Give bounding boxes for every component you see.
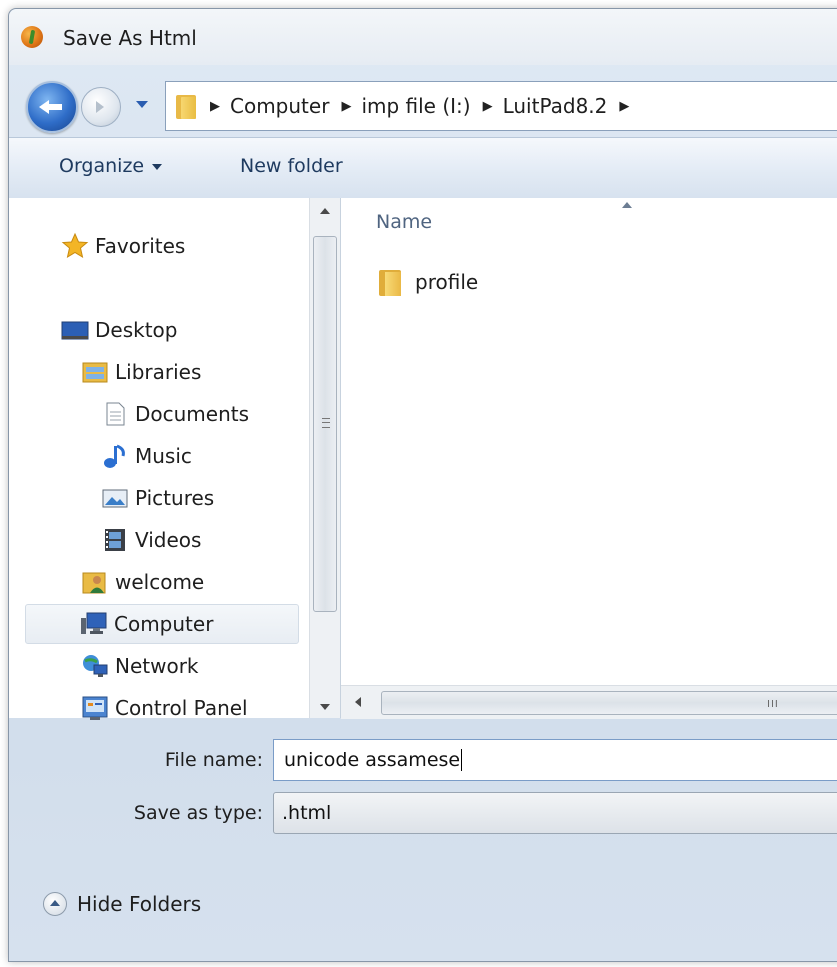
nav-item-welcome[interactable]: welcome — [81, 564, 204, 600]
nav-item-libraries[interactable]: Libraries — [81, 354, 201, 390]
recent-pages-chevron-icon[interactable] — [136, 101, 148, 108]
save-as-type-dropdown[interactable]: .html — [273, 792, 837, 834]
grip-icon — [322, 418, 330, 428]
breadcrumb-imp-file[interactable]: imp file (I:) — [361, 94, 470, 118]
file-item-label: profile — [415, 270, 479, 294]
nav-item-computer[interactable]: Computer — [25, 604, 299, 644]
user-folder-icon — [81, 568, 109, 596]
nav-item-documents[interactable]: Documents — [101, 396, 249, 432]
libraries-icon — [81, 358, 109, 386]
column-header-name[interactable]: Name — [376, 211, 432, 233]
breadcrumb-arrow-icon[interactable]: ▶ — [341, 99, 351, 114]
nav-item-label: Favorites — [95, 234, 186, 258]
command-bar: Organize New folder — [9, 137, 837, 199]
nav-item-videos[interactable]: Videos — [101, 522, 201, 558]
nav-item-network[interactable]: Network — [81, 648, 199, 684]
navigation-pane: Favorites Desktop Libraries Documents Mu — [9, 198, 309, 720]
text-caret — [461, 749, 463, 771]
nav-item-label: Control Panel — [115, 696, 248, 720]
nav-item-label: Network — [115, 654, 199, 678]
hide-folders-label: Hide Folders — [77, 892, 202, 916]
nav-item-label: welcome — [115, 570, 205, 594]
file-list-pane: Name profile — [341, 198, 837, 718]
breadcrumb-computer[interactable]: Computer — [230, 94, 329, 118]
sort-ascending-icon — [622, 202, 632, 208]
organize-button[interactable]: Organize — [59, 155, 163, 177]
breadcrumb-arrow-icon[interactable]: ▶ — [210, 99, 220, 114]
nav-item-favorites[interactable]: Favorites — [61, 228, 185, 264]
save-as-type-value: .html — [282, 802, 332, 824]
nav-item-label: Videos — [135, 528, 202, 552]
file-name-value: unicode assamese — [284, 749, 461, 771]
control-panel-icon — [81, 694, 109, 722]
file-name-label: File name: — [164, 749, 263, 771]
save-as-type-label: Save as type: — [133, 802, 263, 824]
breadcrumb-arrow-icon[interactable]: ▶ — [483, 99, 493, 114]
scroll-down-arrow-icon[interactable] — [320, 704, 330, 710]
address-row: ▶ Computer ▶ imp file (I:) ▶ LuitPad8.2 … — [9, 65, 837, 137]
computer-icon — [80, 610, 108, 638]
nav-item-desktop[interactable]: Desktop — [61, 312, 177, 348]
organize-label: Organize — [59, 155, 145, 177]
nav-item-label: Libraries — [115, 360, 202, 384]
breadcrumb-luitpad[interactable]: LuitPad8.2 — [503, 94, 608, 118]
nav-item-pictures[interactable]: Pictures — [101, 480, 214, 516]
scroll-left-arrow-icon[interactable] — [355, 697, 361, 707]
folder-icon — [379, 268, 403, 296]
scroll-up-arrow-icon[interactable] — [320, 208, 330, 214]
forward-button[interactable] — [81, 87, 121, 127]
hide-folders-button[interactable]: Hide Folders — [43, 892, 201, 916]
file-horizontal-scrollbar[interactable]: III — [341, 685, 837, 719]
new-folder-button[interactable]: New folder — [240, 155, 343, 177]
scroll-thumb[interactable] — [313, 236, 337, 612]
folder-icon — [176, 93, 198, 119]
chevron-down-icon — [152, 163, 163, 170]
nav-item-label: Pictures — [135, 486, 215, 510]
app-icon — [21, 26, 43, 48]
desktop-icon — [61, 316, 89, 344]
grip-icon: III — [767, 699, 779, 710]
nav-vertical-scrollbar[interactable] — [309, 198, 340, 718]
nav-item-control-panel[interactable]: Control Panel — [81, 690, 248, 726]
nav-item-music[interactable]: Music — [101, 438, 192, 474]
breadcrumb-arrow-icon[interactable]: ▶ — [619, 99, 629, 114]
file-item-profile[interactable]: profile — [379, 268, 478, 296]
pictures-icon — [101, 484, 129, 512]
scroll-thumb[interactable]: III — [381, 691, 837, 715]
chevron-up-icon — [43, 892, 67, 916]
nav-item-label: Desktop — [95, 318, 178, 342]
music-icon — [101, 442, 129, 470]
videos-icon — [101, 526, 129, 554]
documents-icon — [101, 400, 129, 428]
window-title: Save As Html — [63, 26, 197, 50]
nav-item-label: Documents — [135, 402, 250, 426]
title-bar: Save As Html — [9, 9, 837, 65]
file-name-field[interactable]: unicode assamese — [273, 739, 837, 781]
back-button[interactable] — [26, 81, 78, 133]
nav-item-label: Music — [135, 444, 192, 468]
network-icon — [81, 652, 109, 680]
star-icon — [61, 232, 89, 260]
save-as-dialog: Save As Html ▶ Computer ▶ imp file (I:) … — [8, 8, 837, 962]
nav-item-label: Computer — [114, 612, 214, 636]
address-bar[interactable]: ▶ Computer ▶ imp file (I:) ▶ LuitPad8.2 … — [165, 81, 837, 131]
